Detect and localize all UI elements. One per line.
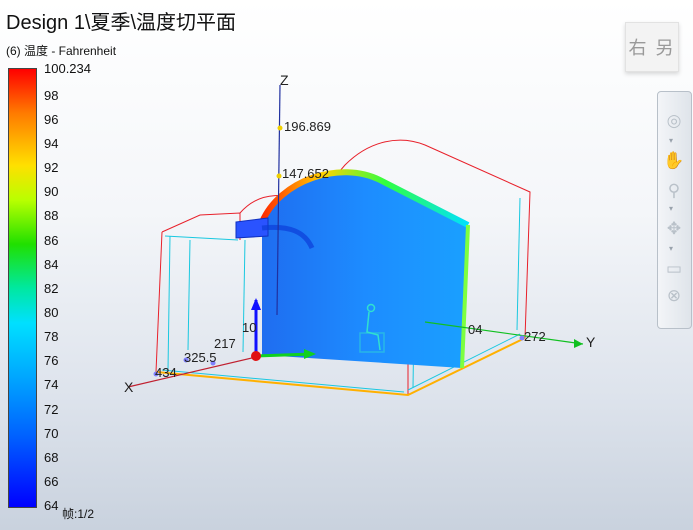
walk-icon[interactable]: ✥ — [663, 218, 685, 240]
chevron-down-icon[interactable]: ▾ — [669, 244, 673, 253]
zoom-icon[interactable]: ⚲ — [663, 180, 685, 202]
z-value-label: 147.652 — [282, 166, 329, 181]
triad-y — [255, 352, 313, 358]
chevron-down-icon[interactable]: ▾ — [669, 204, 673, 213]
rewind-icon[interactable]: ▭ — [663, 258, 685, 280]
y-value-label: 04 — [468, 322, 482, 337]
y-axis-label: Y — [586, 334, 596, 350]
x-axis-label: X — [124, 379, 134, 395]
section-plane — [262, 172, 468, 368]
z-axis-marker — [276, 173, 282, 179]
z-axis-marker — [277, 125, 283, 131]
origin-marker — [251, 351, 261, 361]
z-axis-label: Z — [280, 72, 289, 88]
x-value-label: 325.5 — [184, 350, 217, 365]
wheel-icon[interactable]: ⊗ — [663, 285, 685, 307]
hand-pan-icon[interactable]: ✋ — [663, 150, 685, 172]
x-value-label: 217 — [214, 336, 236, 351]
triad-z-arrowhead — [251, 298, 261, 310]
chevron-down-icon[interactable]: ▾ — [669, 136, 673, 145]
x-value-label: 434 — [155, 365, 177, 380]
z-value-label: 10 — [242, 320, 256, 335]
y-axis-arrowhead — [574, 339, 583, 348]
model-viewport[interactable]: Z Y X 196.869 147.652 10 217 325.5 434 0… — [0, 0, 693, 530]
orbit-icon[interactable]: ◎ — [663, 110, 685, 132]
y-value-label: 272 — [524, 329, 546, 344]
navigation-bar: ◎ ▾ ✋ ⚲ ▾ ✥ ▾ ▭ ⊗ — [657, 91, 692, 329]
z-value-label: 196.869 — [284, 119, 331, 134]
view-cube[interactable]: 右 另 — [625, 22, 679, 72]
